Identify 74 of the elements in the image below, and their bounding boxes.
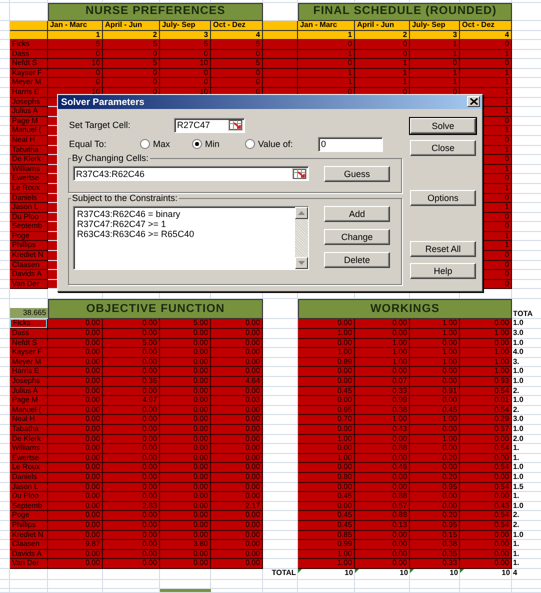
triangle-marker-icon <box>410 568 414 573</box>
table-cell <box>48 107 57 116</box>
dialog-button[interactable]: Solve <box>410 118 476 134</box>
triangle-marker-icon <box>298 568 302 573</box>
changing-cells-field[interactable]: R37C43:R62C46 <box>73 166 309 181</box>
dialog-button[interactable]: Reset All <box>410 241 476 257</box>
radio-circle[interactable] <box>192 139 202 149</box>
radio-circle[interactable] <box>245 139 255 149</box>
range-select-icon <box>293 168 306 178</box>
equal-to-label: Equal To: <box>68 139 108 149</box>
table-cell <box>48 280 57 288</box>
table-cell <box>48 126 57 135</box>
range-select-button[interactable] <box>228 120 243 130</box>
constraint-button[interactable]: Change <box>324 229 390 245</box>
triangle-marker-icon <box>355 568 359 573</box>
list-item[interactable]: R37C43:R62C46 = binary <box>77 209 295 219</box>
table-cell <box>48 222 57 231</box>
table-cell <box>48 184 57 192</box>
radio-option[interactable]: Max <box>140 139 192 149</box>
table-cell <box>263 40 298 50</box>
header-cell <box>263 21 298 31</box>
table-cell <box>48 260 57 270</box>
section-title: NURSE PREFERENCES <box>48 3 263 21</box>
table-cell <box>48 174 57 183</box>
close-icon <box>470 98 478 105</box>
target-cell-label: Set Target Cell: <box>68 120 132 130</box>
table-cell <box>48 232 57 240</box>
section-title: FINAL SCHEDULE (ROUNDED) <box>298 3 512 21</box>
guess-button[interactable]: Guess <box>324 166 390 182</box>
close-button[interactable] <box>467 96 480 107</box>
group-label: By Changing Cells: <box>71 153 150 163</box>
radio-option[interactable]: Min <box>192 139 245 149</box>
group-label: Subject to the Constraints: <box>71 193 179 203</box>
table-cell <box>48 212 57 222</box>
range-select-icon <box>229 120 242 130</box>
dialog-button[interactable]: Close <box>410 140 476 156</box>
table-cell <box>263 78 298 88</box>
triangle-marker-icon <box>460 568 464 573</box>
section-title: OBJECTIVE FUNCTION <box>48 299 263 320</box>
list-item[interactable]: R63C43:R63C46 >= R65C40 <box>77 229 295 239</box>
radio-circle[interactable] <box>140 139 150 149</box>
scrollbar[interactable] <box>295 207 308 269</box>
dialog-button[interactable]: Help <box>410 263 476 279</box>
section-title: WORKINGS <box>298 299 512 320</box>
dialog-title: Solver Parameters <box>61 98 144 108</box>
table-cell <box>48 164 57 174</box>
dialog-button[interactable]: Options <box>410 190 476 206</box>
list-item[interactable]: R37C47:R62C47 >= 1 <box>77 219 295 229</box>
table-cell <box>48 116 57 126</box>
table-cell <box>48 241 57 250</box>
table-cell <box>263 50 298 60</box>
table-cell <box>48 146 57 154</box>
table-cell <box>263 59 298 69</box>
value-field[interactable]: 0 <box>318 136 383 152</box>
scroll-down-button[interactable] <box>295 257 308 269</box>
scroll-up-button[interactable] <box>295 207 308 219</box>
constraint-button[interactable]: Delete <box>324 252 390 268</box>
constraints-list[interactable]: R37C43:R62C46 = binary R37C47:R62C47 >= 1 R63C43:R63C46 >= R65C40 <box>73 206 309 270</box>
table-cell <box>48 270 57 279</box>
table-cell <box>48 251 57 260</box>
up-arrow-icon <box>298 211 305 215</box>
table-cell <box>48 136 57 145</box>
header-cell <box>263 31 298 40</box>
table-cell <box>48 203 57 212</box>
down-arrow-icon <box>298 261 305 265</box>
radio-option[interactable]: Value of: <box>245 139 318 149</box>
header-cell <box>10 21 48 31</box>
header-cell <box>10 31 48 40</box>
table-cell <box>160 588 211 592</box>
table-cell <box>48 155 57 164</box>
table-cell <box>263 68 298 78</box>
range-select-button[interactable] <box>292 168 307 179</box>
table-cell <box>48 194 57 202</box>
constraint-button[interactable]: Add <box>324 206 390 222</box>
